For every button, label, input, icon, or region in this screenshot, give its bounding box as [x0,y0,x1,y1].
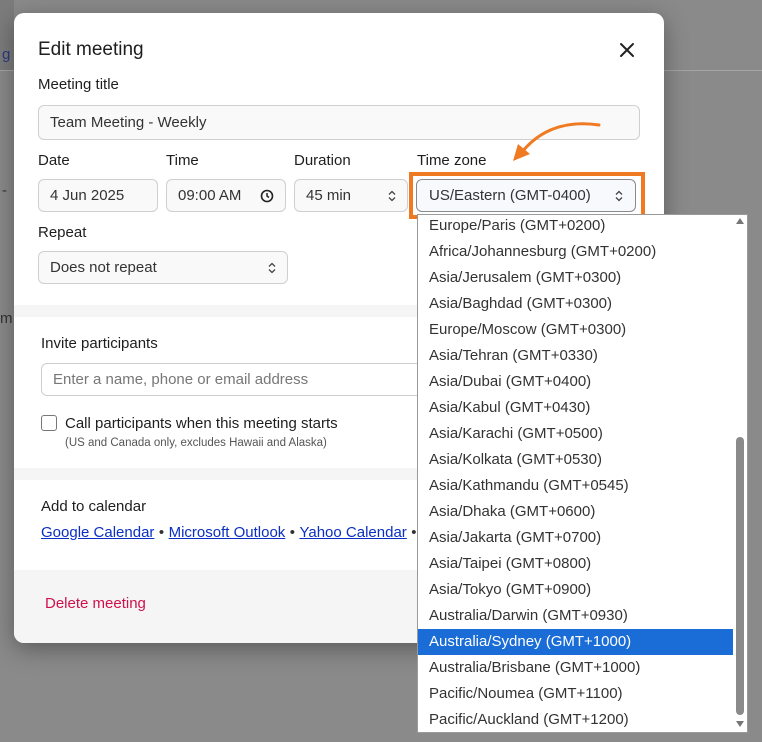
timezone-option[interactable]: Asia/Kathmandu (GMT+0545) [418,473,733,499]
timezone-option[interactable]: Pacific/Auckland (GMT+1200) [418,707,733,732]
timezone-option[interactable]: Australia/Darwin (GMT+0930) [418,603,733,629]
link-separator: • [158,524,165,541]
timezone-option-selected[interactable]: Australia/Sydney (GMT+1000) [418,629,733,655]
timezone-option[interactable]: Pacific/Noumea (GMT+1100) [418,681,733,707]
timezone-option[interactable]: Asia/Kabul (GMT+0430) [418,395,733,421]
chevron-up-down-icon [388,190,396,201]
timezone-option[interactable]: Asia/Karachi (GMT+0500) [418,421,733,447]
timezone-option[interactable]: Australia/Brisbane (GMT+1000) [418,655,733,681]
timezone-option[interactable]: Asia/Kolkata (GMT+0530) [418,447,733,473]
dialog-title: Edit meeting [38,39,144,60]
yahoo-calendar-link[interactable]: Yahoo Calendar [299,524,406,541]
add-to-calendar-label: Add to calendar [41,498,147,515]
call-participants-label: Call participants when this meeting star… [65,415,338,432]
background-text-fragment: - [2,182,7,199]
link-separator: • [289,524,296,541]
microsoft-outlook-link[interactable]: Microsoft Outlook [169,524,286,541]
scrollbar[interactable] [733,215,747,732]
timezone-option[interactable]: Asia/Taipei (GMT+0800) [418,551,733,577]
meeting-title-label: Meeting title [38,76,119,93]
google-calendar-link[interactable]: Google Calendar [41,524,154,541]
timezone-option[interactable]: Asia/Jakarta (GMT+0700) [418,525,733,551]
duration-select[interactable]: 45 min [294,179,408,212]
time-field[interactable]: 09:00 AM [166,179,286,212]
timezone-option[interactable]: Asia/Tehran (GMT+0330) [418,343,733,369]
invite-participants-label: Invite participants [41,335,158,352]
duration-value: 45 min [306,187,352,204]
timezone-option[interactable]: Asia/Tokyo (GMT+0900) [418,577,733,603]
timezone-dropdown-list[interactable]: Europe/Paris (GMT+0200) Africa/Johannesbu… [417,214,748,733]
call-participants-note: (US and Canada only, excludes Hawaii and… [65,437,327,449]
date-field[interactable]: 4 Jun 2025 [38,179,158,212]
annotation-highlight-box [409,172,645,219]
annotation-arrow-icon [513,122,601,161]
time-value: 09:00 AM [178,187,242,204]
chevron-up-down-icon [268,262,276,273]
invite-participants-input[interactable]: Enter a name, phone or email address [41,363,441,396]
timezone-option[interactable]: Africa/Johannesburg (GMT+0200) [418,239,733,265]
timezone-option[interactable]: Asia/Jerusalem (GMT+0300) [418,265,733,291]
repeat-label: Repeat [38,224,87,241]
calendar-links: Google Calendar • Microsoft Outlook • Ya… [41,524,417,542]
close-button[interactable] [614,37,640,63]
timezone-option[interactable]: Europe/Moscow (GMT+0300) [418,317,733,343]
scroll-thumb[interactable] [736,437,744,715]
delete-meeting-button[interactable]: Delete meeting [45,595,146,612]
scroll-up-icon[interactable] [736,218,744,224]
duration-label: Duration [294,152,351,169]
timezone-option[interactable]: Asia/Baghdad (GMT+0300) [418,291,733,317]
date-label: Date [38,152,70,169]
clock-icon[interactable] [260,189,274,203]
timezone-option[interactable]: Asia/Dubai (GMT+0400) [418,369,733,395]
scroll-down-icon[interactable] [736,721,744,727]
close-icon [620,43,634,57]
call-participants-checkbox[interactable] [41,415,57,431]
repeat-select[interactable]: Does not repeat [38,251,288,284]
link-separator: • [411,524,417,541]
background-text-fragment: m [0,310,13,327]
invite-placeholder: Enter a name, phone or email address [53,371,309,388]
date-value: 4 Jun 2025 [50,187,125,204]
background-text-fragment: g [2,46,11,63]
timezone-option[interactable]: Asia/Dhaka (GMT+0600) [418,499,733,525]
timezone-option[interactable]: Europe/Paris (GMT+0200) [418,215,733,239]
timezone-label: Time zone [417,152,487,169]
time-label: Time [166,152,199,169]
repeat-value: Does not repeat [50,259,157,276]
